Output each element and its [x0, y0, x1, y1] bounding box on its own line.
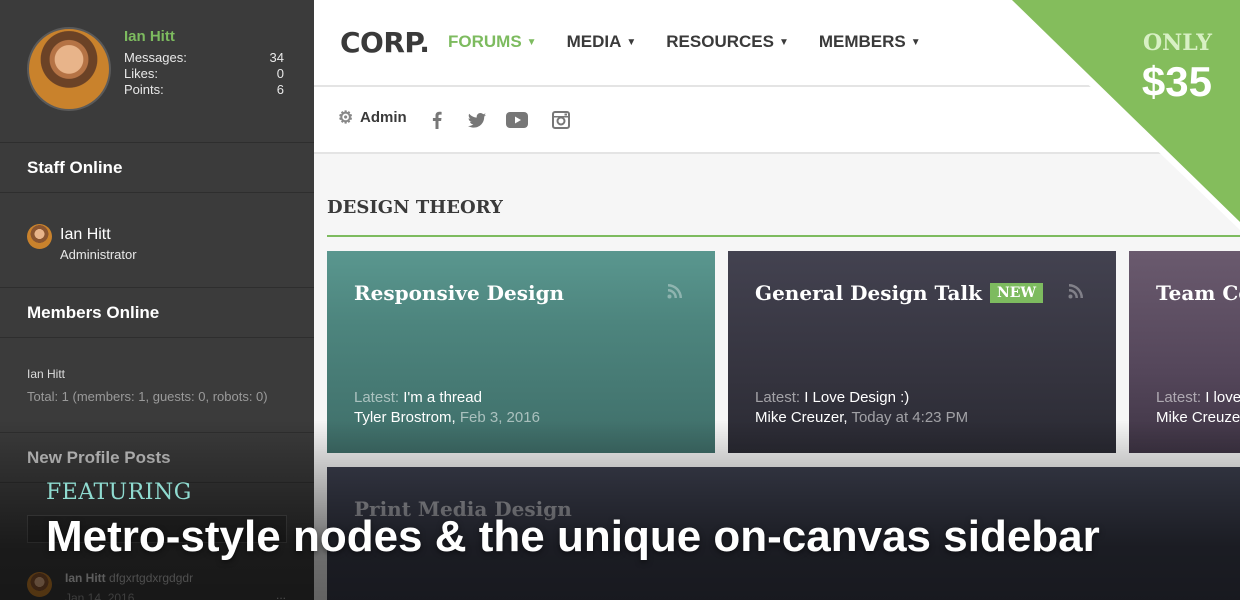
chevron-down-icon: ▼ [526, 37, 537, 48]
facebook-icon[interactable] [426, 109, 448, 131]
staff-online-heading: Staff Online [0, 143, 314, 193]
admin-link[interactable]: ⚙ Admin [338, 107, 407, 127]
tile-title: General Design Talk NEW [755, 281, 1044, 305]
sidebar: Ian Hitt Messages: 34 Likes: 0 Points: 6… [0, 0, 314, 600]
stat-points: Points: 6 [124, 82, 284, 97]
staff-name[interactable]: Ian Hitt [60, 226, 111, 244]
stat-label: Likes: [124, 66, 158, 81]
profile-name[interactable]: Ian Hitt [124, 28, 175, 45]
avatar[interactable] [27, 27, 111, 111]
members-total: Total: 1 (members: 1, guests: 0, robots:… [27, 389, 268, 404]
tile-latest: Latest: I'm a thread [354, 389, 482, 406]
stat-label: Messages: [124, 50, 187, 65]
members-online-heading: Members Online [0, 288, 314, 338]
profile-post: Ian Hitt dfgxrtgdxrgdgdr [65, 571, 193, 585]
staff-online-list: Ian Hitt Administrator [0, 193, 314, 288]
author-link[interactable]: Mike Creuze [1156, 409, 1240, 426]
forum-tile-general-design-talk[interactable]: General Design Talk NEW Latest: I Love De… [728, 251, 1116, 453]
tile-title-text[interactable]: General Design Talk [755, 281, 982, 305]
nav-label: MEDIA [566, 32, 622, 51]
post-author[interactable]: Ian Hitt [65, 571, 106, 585]
latest-label: Latest: [1156, 389, 1202, 406]
members-online-list: Ian Hitt Total: 1 (members: 1, guests: 0… [0, 338, 314, 433]
chevron-down-icon: ▼ [626, 37, 637, 48]
member-name[interactable]: Ian Hitt [27, 367, 65, 381]
forum-tile-responsive-design[interactable]: Responsive Design Latest: I'm a thread T… [327, 251, 715, 453]
promo-only-label: ONLY [1142, 30, 1212, 56]
tile-byline: Mike Creuzer, Today at 4:23 PM [755, 409, 968, 426]
tile-latest: Latest: I Love Design :) [755, 389, 909, 406]
feature-headline: Metro-style nodes & the unique on-canvas… [46, 512, 1100, 561]
latest-label: Latest: [354, 389, 400, 406]
stat-label: Points: [124, 82, 164, 97]
nav-label: RESOURCES [666, 32, 774, 51]
stat-value: 0 [276, 66, 284, 81]
profile-block: Ian Hitt Messages: 34 Likes: 0 Points: 6 [0, 0, 314, 143]
nav-resources[interactable]: RESOURCES ▼ [666, 32, 789, 52]
latest-label: Latest: [755, 389, 801, 406]
gear-icon: ⚙ [338, 107, 354, 127]
rss-icon[interactable] [667, 283, 683, 299]
chevron-down-icon: ▼ [778, 37, 789, 48]
nav-label: MEMBERS [818, 32, 906, 51]
tile-latest: Latest: I love [1156, 389, 1240, 406]
tile-title[interactable]: Team Co [1156, 281, 1240, 305]
nav-forums[interactable]: FORUMS ▼ [448, 32, 537, 52]
staff-role: Administrator [60, 247, 137, 262]
chevron-down-icon: ▼ [910, 37, 921, 48]
post-date: Feb 3, 2016 [459, 409, 540, 426]
stat-likes: Likes: 0 [124, 66, 284, 81]
avatar[interactable] [27, 224, 52, 249]
tile-title[interactable]: Responsive Design [354, 281, 564, 305]
post-more-button[interactable]: ... [276, 588, 286, 600]
site-logo[interactable]: CORP. [340, 26, 430, 59]
section-title[interactable]: DESIGN THEORY [327, 197, 503, 218]
avatar[interactable] [27, 572, 52, 597]
nav-members[interactable]: MEMBERS ▼ [819, 32, 921, 52]
post-date: Today at 4:23 PM [851, 409, 969, 426]
featuring-label: FEATURING [46, 480, 192, 505]
main-nav: FORUMS ▼ MEDIA ▼ RESOURCES ▼ MEMBERS ▼ [448, 32, 921, 52]
stat-value: 6 [276, 82, 284, 97]
author-link[interactable]: Mike Creuzer, [755, 409, 848, 426]
post-text: dfgxrtgdxrgdgdr [109, 571, 194, 585]
youtube-icon[interactable] [506, 109, 528, 131]
post-date: Jan 14, 2016 [65, 591, 135, 600]
author-link[interactable]: Tyler Brostrom, [354, 409, 456, 426]
stat-messages: Messages: 34 [124, 50, 284, 65]
promo-price: $35 [1141, 58, 1212, 105]
latest-thread-link[interactable]: I Love Design :) [804, 389, 909, 406]
tile-byline: Mike Creuze [1156, 409, 1240, 426]
stat-value: 34 [269, 50, 284, 65]
rss-icon[interactable] [1068, 283, 1084, 299]
forum-tile-team[interactable]: Team Co Latest: I love Mike Creuze [1129, 251, 1240, 453]
instagram-icon[interactable] [550, 109, 572, 131]
new-badge: NEW [989, 283, 1044, 303]
latest-thread-link[interactable]: I'm a thread [403, 389, 482, 406]
admin-label: Admin [360, 109, 407, 126]
price-banner: ONLY $35 [1000, 0, 1240, 230]
section-divider [327, 235, 1240, 237]
latest-thread-link[interactable]: I love [1205, 389, 1240, 406]
twitter-icon[interactable] [466, 109, 488, 131]
nav-media[interactable]: MEDIA ▼ [567, 32, 637, 52]
new-profile-posts-heading: New Profile Posts [0, 433, 314, 483]
nav-label: FORUMS [448, 32, 522, 51]
tile-byline: Tyler Brostrom, Feb 3, 2016 [354, 409, 540, 426]
